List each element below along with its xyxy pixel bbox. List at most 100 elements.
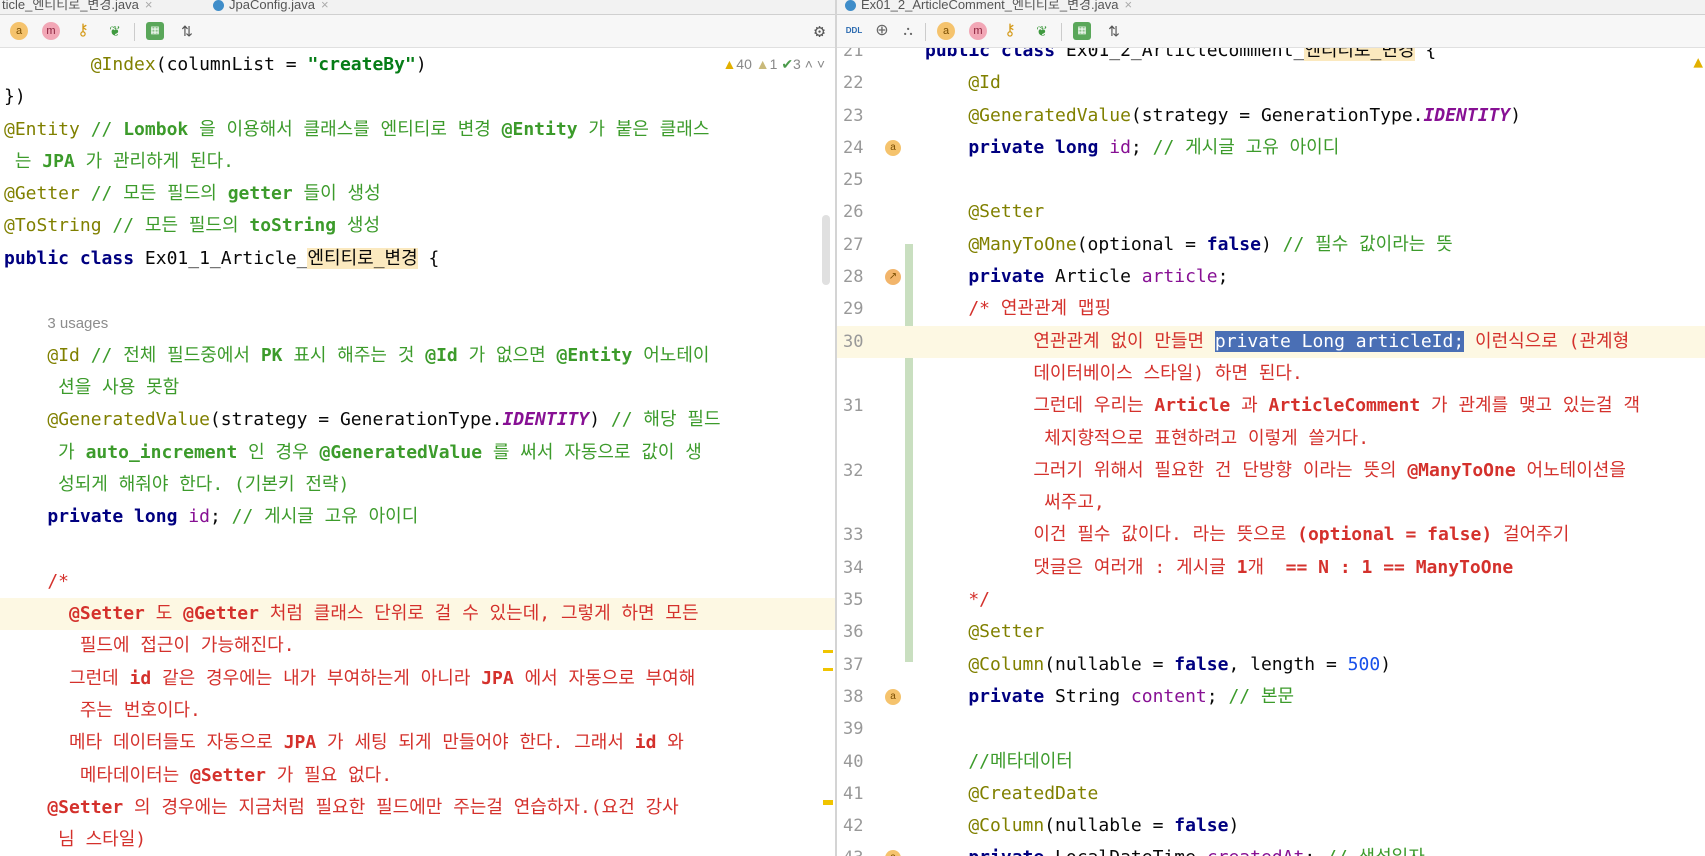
key-icon[interactable]: ⚷ [1001, 22, 1019, 40]
line-number[interactable]: 36 [843, 616, 889, 648]
previous-highlight-icon[interactable]: ˄ [805, 56, 813, 72]
code-line[interactable]: @GeneratedValue(strategy = GenerationTyp… [0, 404, 835, 436]
code-line[interactable]: 26 @Setter [837, 196, 1705, 228]
line-number[interactable]: 22 [843, 67, 889, 99]
code-line[interactable]: 36 @Setter [837, 616, 1705, 648]
hierarchy-icon[interactable]: ⛬ [899, 22, 917, 40]
code-line[interactable]: 그런데 id 같은 경우에는 내가 부여하는게 아니라 JPA 에서 자동으로 … [0, 663, 835, 695]
entity-attribute-gutter-icon[interactable]: a [885, 850, 901, 856]
line-number[interactable]: 21 [843, 48, 889, 67]
line-number[interactable]: 34 [843, 552, 889, 584]
code-line[interactable]: 43a private LocalDateTime createdAt; // … [837, 842, 1705, 856]
close-tab-icon[interactable]: × [145, 0, 153, 12]
vertical-scrollbar[interactable] [822, 215, 830, 285]
line-number[interactable]: 39 [843, 713, 889, 745]
code-line[interactable]: 30 연관관계 없이 만들면 private Long articleId; 이… [837, 325, 1705, 358]
line-number[interactable]: 29 [843, 293, 889, 325]
line-number[interactable]: 30 [843, 326, 889, 358]
right-code-area[interactable]: 21 public class Ex01_2_ArticleComment_엔티티… [837, 48, 1705, 856]
code-line[interactable] [0, 275, 835, 307]
code-line[interactable]: 28 ↗ private Article article; [837, 261, 1705, 293]
code-line[interactable]: 가 auto_increment 인 경우 @GeneratedValue 를 … [0, 437, 835, 469]
query-icon[interactable]: ❦ [106, 22, 124, 40]
warning-icon[interactable]: ▲ [1693, 52, 1703, 71]
line-number[interactable]: 33 [843, 519, 889, 551]
line-number[interactable]: 43 [843, 842, 889, 856]
line-number[interactable]: 41 [843, 778, 889, 810]
code-line[interactable]: @Entity // Lombok 을 이용해서 클래스를 엔티티로 변경 @E… [0, 114, 835, 146]
error-stripe-mark[interactable] [823, 800, 833, 805]
crosshair-icon[interactable]: ⊕ [873, 22, 891, 40]
code-line[interactable]: 션을 사용 못함 [0, 372, 835, 404]
code-line[interactable]: 21 public class Ex01_2_ArticleComment_엔티티… [837, 48, 1705, 67]
code-line[interactable]: 39 [837, 713, 1705, 745]
line-number[interactable]: 31 [843, 390, 889, 422]
code-line[interactable]: 데이터베이스 스타일) 하면 된다. [837, 358, 1705, 390]
database-icon[interactable]: ▦ [1073, 22, 1091, 40]
code-line[interactable]: 써주고, [837, 487, 1705, 519]
next-highlight-icon[interactable]: ˅ [817, 56, 825, 72]
entity-attribute-gutter-icon[interactable]: a [885, 139, 901, 156]
close-tab-icon[interactable]: × [1124, 0, 1132, 12]
line-number[interactable]: 27 [843, 229, 889, 261]
attribute-icon[interactable]: a [937, 22, 955, 40]
code-line[interactable]: 3 usages [0, 307, 835, 339]
line-number[interactable]: 40 [843, 746, 889, 778]
sort-icon[interactable]: ⇅ [178, 22, 196, 40]
code-line[interactable]: 33 이건 필수 값이다. 라는 뜻으로 (optional = false) … [837, 519, 1705, 551]
code-line[interactable]: 필드에 접근이 가능해진다. [0, 630, 835, 662]
query-icon[interactable]: ❦ [1033, 22, 1051, 40]
relation-gutter-icon[interactable]: ↗ [885, 269, 901, 286]
code-line[interactable]: 31 그런데 우리는 Article 과 ArticleComment 가 관계… [837, 390, 1705, 422]
database-icon[interactable]: ▦ [146, 22, 164, 40]
tab-article-entity[interactable]: ticle_엔티티로_변경.java × [0, 0, 160, 14]
line-number[interactable]: 23 [843, 100, 889, 132]
line-number[interactable]: 26 [843, 196, 889, 228]
method-icon[interactable]: m [969, 22, 987, 40]
entity-attribute-gutter-icon[interactable]: a [885, 688, 901, 705]
line-number[interactable]: 37 [843, 649, 889, 681]
key-icon[interactable]: ⚷ [74, 22, 92, 40]
tab-articlecomment-entity[interactable]: Ex01_2_ArticleComment_엔티티로_변경.java × [837, 0, 1140, 14]
code-line[interactable]: 23 @GeneratedValue(strategy = Generation… [837, 100, 1705, 132]
sort-icon[interactable]: ⇅ [1105, 22, 1123, 40]
ddl-icon[interactable]: DDL [845, 22, 863, 40]
gear-icon[interactable]: ⚙ [814, 21, 825, 42]
line-number[interactable]: 42 [843, 810, 889, 842]
code-line[interactable]: @Id // 전체 필드중에서 PK 표시 해주는 것 @Id 가 없으면 @E… [0, 340, 835, 372]
line-number[interactable]: 35 [843, 584, 889, 616]
error-stripe-mark[interactable] [823, 650, 833, 653]
code-line[interactable]: 34 댓글은 여러개 : 게시글 1개 == N : 1 == ManyToOn… [837, 552, 1705, 584]
code-line[interactable]: }) [0, 81, 835, 113]
inspection-widget[interactable]: ▲40 ▲1 ✔3 ˄ ˅ [722, 48, 825, 80]
code-line[interactable]: 38 a private String content; // 본문 [837, 681, 1705, 713]
code-line[interactable]: 41 @CreatedDate [837, 778, 1705, 810]
code-line[interactable]: 37 @Column(nullable = false, length = 50… [837, 649, 1705, 681]
line-number[interactable]: 25 [843, 164, 889, 196]
code-line[interactable]: /* [0, 566, 835, 598]
code-line[interactable]: @Index(columnList = "createBy") [0, 49, 835, 81]
tab-jpaconfig[interactable]: JpaConfig.java × [205, 0, 337, 14]
code-line[interactable] [0, 533, 835, 565]
code-line[interactable]: @Setter 도 @Getter 처럼 클래스 단위로 걸 수 있는데, 그렇… [0, 598, 835, 631]
code-line[interactable]: 체지향적으로 표현하려고 이렇게 쓸거다. [837, 423, 1705, 455]
code-line[interactable]: 메타 데이터들도 자동으로 JPA 가 세팅 되게 만들어야 한다. 그래서 i… [0, 727, 835, 759]
attribute-icon[interactable]: a [10, 22, 28, 40]
code-line[interactable]: 님 스타일) [0, 824, 835, 856]
method-icon[interactable]: m [42, 22, 60, 40]
code-line[interactable]: 27 @ManyToOne(optional = false) // 필수 값이… [837, 229, 1705, 261]
code-line[interactable]: 22 @Id [837, 67, 1705, 99]
code-line[interactable]: 24 a private long id; // 게시글 고유 아이디 [837, 132, 1705, 164]
line-number[interactable]: 24 [843, 132, 889, 164]
line-number[interactable]: 28 [843, 261, 889, 293]
code-line[interactable]: private long id; // 게시글 고유 아이디 [0, 501, 835, 533]
code-line[interactable]: 성되게 해줘야 한다. (기본키 전략) [0, 469, 835, 501]
code-line[interactable]: @ToString // 모든 필드의 toString 생성 [0, 210, 835, 242]
code-line[interactable]: 42 @Column(nullable = false) [837, 810, 1705, 842]
code-line[interactable]: 주는 번호이다. [0, 695, 835, 727]
code-line[interactable]: 는 JPA 가 관리하게 된다. [0, 146, 835, 178]
error-stripe-mark[interactable] [823, 668, 833, 671]
left-code-area[interactable]: @Index(columnList = "createBy")}) @Entity… [0, 48, 835, 856]
code-line[interactable]: 메타데이터는 @Setter 가 필요 없다. [0, 760, 835, 792]
code-line[interactable]: 40 //메타데이터 [837, 746, 1705, 778]
